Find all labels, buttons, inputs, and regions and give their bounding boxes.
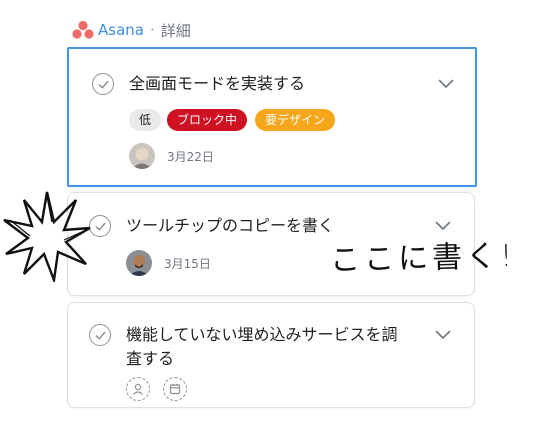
user-icon [133, 383, 143, 395]
assignee-avatar[interactable] [129, 143, 155, 169]
breadcrumb: Asana · 詳細 [72, 18, 191, 42]
chevron-down-icon[interactable] [435, 330, 451, 340]
breadcrumb-section: 詳細 [160, 21, 191, 40]
page: Asana · 詳細 全画面モードを実装する 低 ブロック中 要デザイン 3月2… [0, 0, 540, 432]
task-title-line: 機能していない埋め込みサービスを調 [126, 325, 398, 344]
task-title[interactable]: 全画面モードを実装する [129, 72, 305, 96]
assign-user-button[interactable] [126, 377, 150, 401]
brand-name[interactable]: Asana [98, 21, 144, 39]
spiky-burst-doodle-icon [3, 191, 91, 282]
complete-task-checkbox[interactable] [92, 73, 114, 95]
checkmark-icon [95, 331, 105, 339]
task-card-selected[interactable]: 全画面モードを実装する 低 ブロック中 要デザイン 3月22日 [67, 47, 477, 187]
checkmark-icon [95, 222, 105, 230]
calendar-icon [169, 383, 181, 395]
checkmark-icon [98, 80, 108, 88]
asana-logo-icon [72, 20, 94, 39]
avatar-person-icon [126, 250, 152, 276]
task-title-line: 査する [126, 349, 175, 368]
assignee-avatar[interactable] [126, 250, 152, 276]
tag-priority-low[interactable]: 低 [129, 109, 162, 131]
complete-task-checkbox[interactable] [89, 324, 111, 346]
task-title[interactable]: ツールチップのコピーを書く [126, 214, 334, 238]
complete-task-checkbox[interactable] [89, 215, 111, 237]
set-due-date-button[interactable] [163, 377, 187, 401]
tag-blocked[interactable]: ブロック中 [167, 109, 248, 131]
handwritten-note: ここに書く! [329, 238, 517, 279]
chevron-down-icon[interactable] [435, 221, 451, 231]
breadcrumb-separator: · [149, 21, 155, 39]
task-card[interactable]: 機能していない埋め込みサービスを調 査する [67, 302, 475, 408]
due-date[interactable]: 3月15日 [164, 256, 211, 272]
due-date[interactable]: 3月22日 [167, 149, 214, 165]
task-title[interactable]: 機能していない埋め込みサービスを調 査する [126, 323, 426, 371]
avatar-person-icon [129, 143, 155, 169]
chevron-down-icon[interactable] [438, 79, 454, 89]
tag-needs-design[interactable]: 要デザイン [255, 109, 336, 131]
